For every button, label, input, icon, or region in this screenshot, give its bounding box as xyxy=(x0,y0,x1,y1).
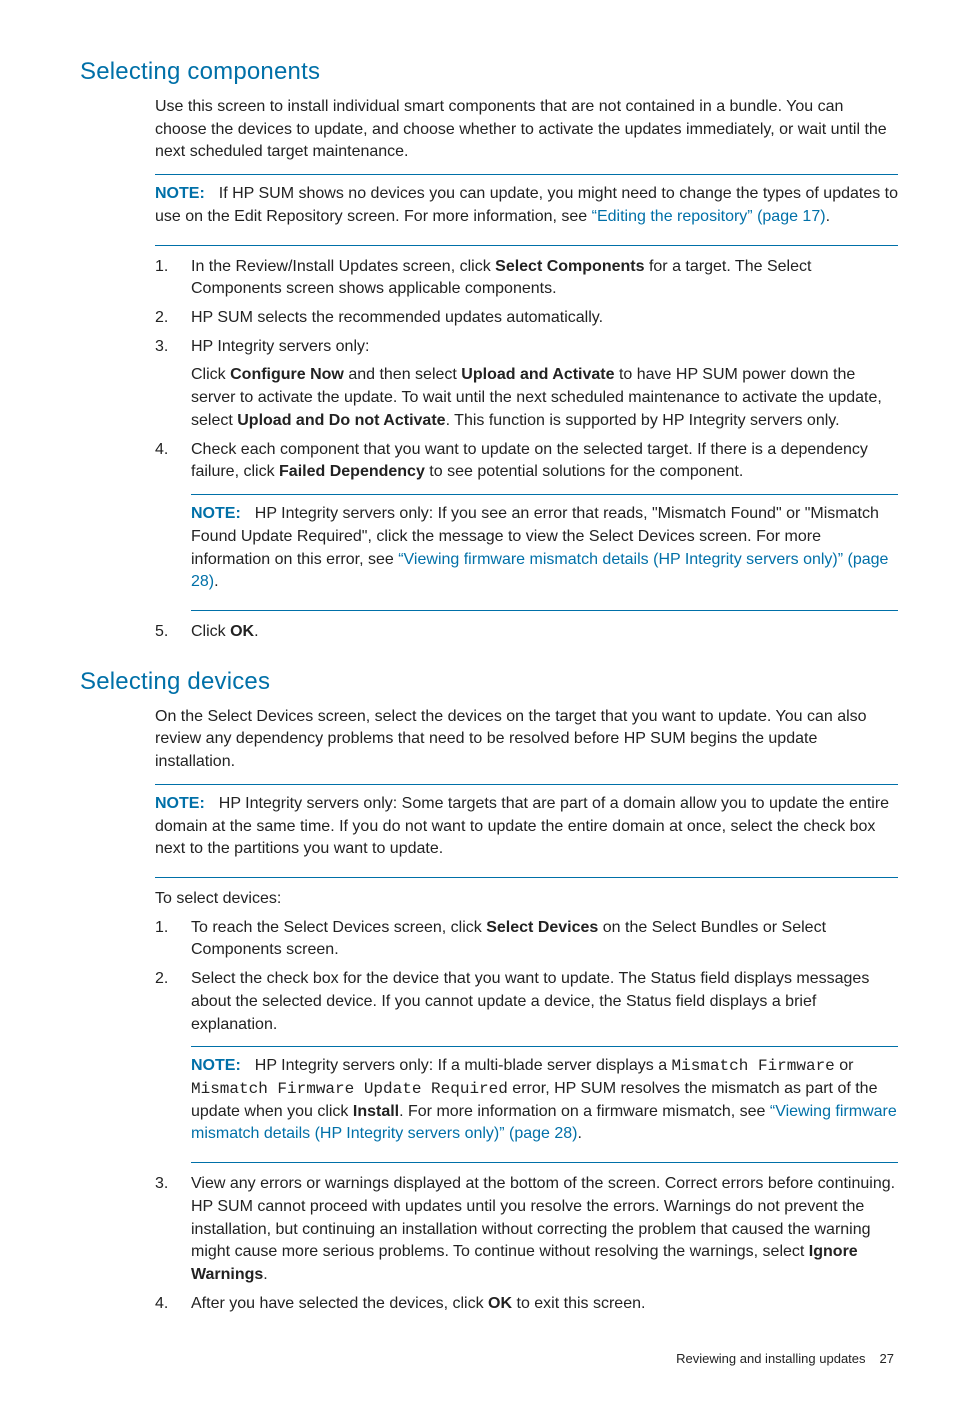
bold-failed-dependency: Failed Dependency xyxy=(279,463,425,480)
note-body: HP Integrity servers only: If a multi-bl… xyxy=(255,1057,672,1074)
footer-text: Reviewing and installing updates xyxy=(676,1351,865,1366)
note-label: NOTE: xyxy=(155,795,205,812)
text: to see potential solutions for the compo… xyxy=(425,463,743,480)
text: Select the check box for the device that… xyxy=(191,970,869,1032)
note-text: NOTE: HP Integrity servers only: If a mul… xyxy=(191,1055,898,1146)
text: . This function is supported by HP Integ… xyxy=(446,412,840,429)
bold-ok: OK xyxy=(488,1295,512,1312)
intro-paragraph: On the Select Devices screen, select the… xyxy=(155,706,898,774)
bold-install: Install xyxy=(353,1103,399,1120)
bold-upload-no-activate: Upload and Do not Activate xyxy=(237,412,445,429)
text: After you have selected the devices, cli… xyxy=(191,1295,488,1312)
step-1: To reach the Select Devices screen, clic… xyxy=(155,917,898,962)
document-page: Selecting components Use this screen to … xyxy=(0,0,954,1406)
bold-select-devices: Select Devices xyxy=(486,919,598,936)
bold-configure-now: Configure Now xyxy=(230,366,344,383)
heading-selecting-components: Selecting components xyxy=(80,58,898,86)
text: . xyxy=(263,1266,267,1283)
text: View any errors or warnings displayed at… xyxy=(191,1175,895,1260)
note-text: NOTE:HP Integrity servers only: Some tar… xyxy=(155,793,898,861)
step-4: After you have selected the devices, cli… xyxy=(155,1293,898,1316)
text: Click xyxy=(191,366,230,383)
text: to exit this screen. xyxy=(512,1295,645,1312)
lead-text: To select devices: xyxy=(155,888,898,911)
page-footer: Reviewing and installing updates 27 xyxy=(80,1351,898,1366)
step-3: HP Integrity servers only: Click Configu… xyxy=(155,336,898,433)
heading-selecting-devices: Selecting devices xyxy=(80,668,898,696)
note-box: NOTE: HP Integrity servers only: If a mul… xyxy=(191,1046,898,1163)
note-box: NOTE:HP Integrity servers only: If you s… xyxy=(191,494,898,611)
step-4: Check each component that you want to up… xyxy=(155,439,898,611)
steps-list-1: In the Review/Install Updates screen, cl… xyxy=(155,256,898,644)
text: . xyxy=(254,623,258,640)
text: To reach the Select Devices screen, clic… xyxy=(191,919,486,936)
note-tail: . xyxy=(214,573,218,590)
bold-ok: OK xyxy=(230,623,254,640)
note-text: NOTE:HP Integrity servers only: If you s… xyxy=(191,503,898,594)
text: or xyxy=(835,1057,854,1074)
link-editing-repository[interactable]: “Editing the repository” (page 17) xyxy=(592,208,826,225)
note-box: NOTE:HP Integrity servers only: Some tar… xyxy=(155,784,898,878)
note-label: NOTE: xyxy=(191,505,241,522)
mono-mismatch-required: Mismatch Firmware Update Required xyxy=(191,1080,508,1098)
mono-mismatch-firmware: Mismatch Firmware xyxy=(672,1057,835,1075)
intro-paragraph: Use this screen to install individual sm… xyxy=(155,96,898,164)
section2-body: On the Select Devices screen, select the… xyxy=(155,706,898,1316)
bold-upload-activate: Upload and Activate xyxy=(461,366,614,383)
step-3-sub: Click Configure Now and then select Uplo… xyxy=(191,364,898,432)
step-2: Select the check box for the device that… xyxy=(155,968,898,1163)
step-3: View any errors or warnings displayed at… xyxy=(155,1173,898,1287)
note-label: NOTE: xyxy=(191,1057,241,1074)
steps-list-2: To reach the Select Devices screen, clic… xyxy=(155,917,898,1316)
step-1: In the Review/Install Updates screen, cl… xyxy=(155,256,898,301)
page-number: 27 xyxy=(880,1351,894,1366)
note-label: NOTE: xyxy=(155,185,205,202)
note-tail: . xyxy=(826,208,830,225)
note-tail: . xyxy=(578,1125,582,1142)
note-body: HP Integrity servers only: Some targets … xyxy=(155,795,889,857)
bold-select-components: Select Components xyxy=(495,258,644,275)
text: In the Review/Install Updates screen, cl… xyxy=(191,258,495,275)
note-box: NOTE:If HP SUM shows no devices you can … xyxy=(155,174,898,245)
text: . For more information on a firmware mis… xyxy=(399,1103,770,1120)
text: and then select xyxy=(344,366,461,383)
step-5: Click OK. xyxy=(155,621,898,644)
step-2: HP SUM selects the recommended updates a… xyxy=(155,307,898,330)
section1-body: Use this screen to install individual sm… xyxy=(155,96,898,644)
text: Click xyxy=(191,623,230,640)
note-text: NOTE:If HP SUM shows no devices you can … xyxy=(155,183,898,228)
text: HP Integrity servers only: xyxy=(191,338,369,355)
